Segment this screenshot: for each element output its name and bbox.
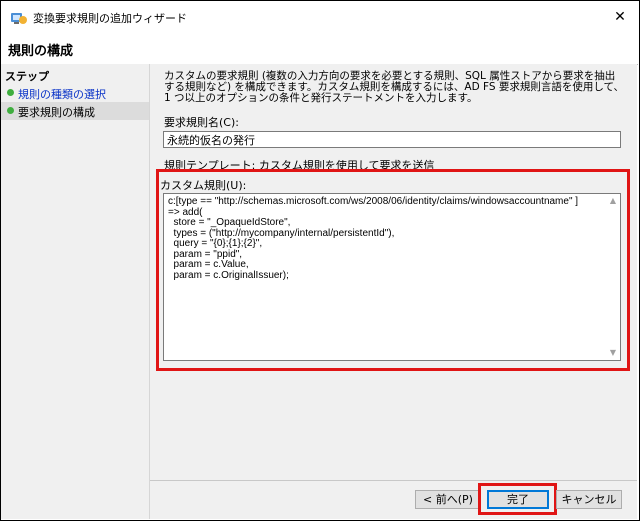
sidebar-item-select-rule-type[interactable]: 規則の種類の選択 xyxy=(1,84,149,102)
close-button[interactable]: ✕ xyxy=(608,6,632,28)
step-status-dot-icon xyxy=(7,107,14,114)
main-panel: カスタムの要求規則 (複数の入力方向の要求を必要とする規則、SQL 属性ストアか… xyxy=(150,64,637,519)
textarea-scrollbar[interactable]: ▲ ▼ xyxy=(606,194,620,360)
close-icon: ✕ xyxy=(614,9,626,25)
steps-heading: ステップ xyxy=(5,70,49,83)
scroll-up-icon[interactable]: ▲ xyxy=(608,196,618,206)
instructions-text: カスタムの要求規則 (複数の入力方向の要求を必要とする規則、SQL 属性ストアか… xyxy=(164,70,625,104)
step-status-dot-icon xyxy=(7,89,14,96)
cancel-button[interactable]: キャンセル xyxy=(556,490,622,509)
page-header: 規則の構成 xyxy=(2,32,638,65)
scroll-down-icon[interactable]: ▼ xyxy=(608,348,618,358)
footer-divider xyxy=(150,480,637,481)
adfs-app-icon xyxy=(11,13,27,24)
finish-button[interactable]: 完了 xyxy=(487,490,549,509)
sidebar-item-configure-rule[interactable]: 要求規則の構成 xyxy=(1,102,149,120)
custom-rule-label: カスタム規則(U): xyxy=(160,179,247,192)
window-title: 変換要求規則の追加ウィザード xyxy=(33,12,187,25)
title-bar: 変換要求規則の追加ウィザード ✕ xyxy=(2,2,638,32)
sidebar-item-label: 要求規則の構成 xyxy=(18,106,95,119)
sidebar-item-label: 規則の種類の選択 xyxy=(18,88,106,101)
rule-name-input[interactable]: 永続的仮名の発行 xyxy=(163,131,621,148)
custom-rule-textarea[interactable]: c:[type == "http://schemas.microsoft.com… xyxy=(163,193,621,361)
steps-sidebar: ステップ 規則の種類の選択 要求規則の構成 xyxy=(1,64,150,519)
page-title: 規則の構成 xyxy=(8,44,74,59)
custom-rule-text: c:[type == "http://schemas.microsoft.com… xyxy=(168,196,579,281)
rule-name-label: 要求規則名(C): xyxy=(164,116,239,129)
back-button[interactable]: < 前へ(P) xyxy=(415,490,481,509)
